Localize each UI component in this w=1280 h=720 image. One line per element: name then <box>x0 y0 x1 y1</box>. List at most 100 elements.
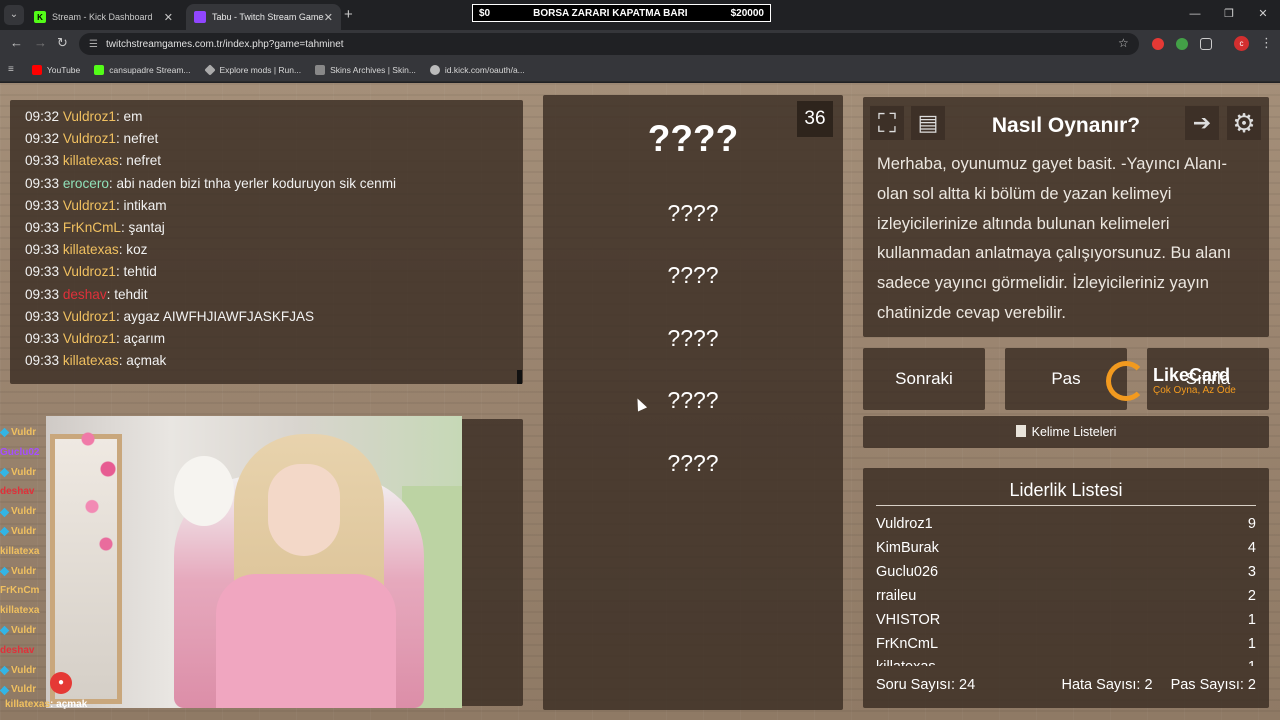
url-field[interactable]: ☰ twitchstreamgames.com.tr/index.php?gam… <box>79 33 1139 55</box>
forbidden-word: ???? <box>667 450 719 476</box>
chat-username[interactable]: Vuldroz1 <box>63 109 116 124</box>
gear-icon[interactable]: ⚙ <box>1227 106 1261 140</box>
chat-time: 09:33 <box>25 286 60 302</box>
forward-icon[interactable]: → <box>34 35 47 50</box>
question-count: Soru Sayısı: 24 <box>876 677 976 693</box>
overlay-chat-username: FrKnCm <box>0 585 40 597</box>
leaderboard-row: Guclu026 3 <box>876 561 1256 585</box>
overlay-chat-line: Guclu02 <box>0 443 48 463</box>
tab-title: Tabu - Twitch Stream Games <box>212 12 324 22</box>
profile-avatar[interactable]: c <box>1234 36 1249 51</box>
chat-username[interactable]: erocero <box>63 176 109 191</box>
bookmark-label: Skins Archives | Skin... <box>330 64 416 75</box>
chat-text: açmak <box>126 353 167 369</box>
player-name: KimBurak <box>876 539 939 556</box>
chat-message: 09:33 Vuldroz1: aygaz AIWFHJIAWFJASKFJAS <box>25 308 315 324</box>
bookmark-youtube[interactable]: YouTube <box>31 64 80 75</box>
chat-panel: 09:32 Vuldroz1: em 09:32 Vuldroz1: nefret… <box>10 100 523 384</box>
overlay-chat-line: Vuldr <box>0 502 48 522</box>
overlay-chat-username: deshav <box>0 644 35 656</box>
bookmark-label: id.kick.com/oauth/a... <box>444 64 525 75</box>
menu-icon[interactable]: ⋮ <box>1260 35 1273 51</box>
shield-extension-icon[interactable] <box>1176 38 1188 50</box>
player-name: killatexas <box>876 656 936 666</box>
player-score: 1 <box>1248 656 1256 666</box>
chat-username[interactable]: Vuldroz1 <box>63 331 116 346</box>
chat-time: 09:33 <box>25 197 60 213</box>
exit-icon[interactable]: ➔ <box>1185 106 1219 140</box>
chat-time: 09:33 <box>25 220 60 236</box>
error-count: Hata Sayısı: 2 <box>1061 677 1153 693</box>
twitch-icon <box>194 11 206 23</box>
overlay-chat-user: killatexas <box>5 699 51 710</box>
overlay-chat-line: Vuldr <box>0 463 48 483</box>
chat-messages: 09:32 Vuldroz1: em 09:32 Vuldroz1: nefret… <box>25 106 523 372</box>
overlay-chat-line: deshav <box>0 641 48 661</box>
bookmark-skins-archives[interactable]: Skins Archives | Skin... <box>315 64 416 75</box>
chat-username[interactable]: Vuldroz1 <box>63 131 116 146</box>
overlay-chat-username: Vuldr <box>11 427 37 438</box>
bookmark-explore-mods[interactable]: Explore mods | Run... <box>203 63 301 76</box>
chat-text: intikam <box>123 197 167 213</box>
close-icon[interactable]: ✕ <box>164 11 173 24</box>
player-score: 9 <box>1247 516 1256 532</box>
chat-username[interactable]: FrKnCmL <box>63 220 121 235</box>
sponsor-name: LikeCard <box>1153 365 1231 385</box>
bookmark-kick-stream[interactable]: cansupadre Stream... <box>94 64 191 75</box>
chat-text: abi naden bizi tnha yerler koduruyon sik… <box>116 175 397 191</box>
divider <box>876 505 1256 506</box>
overlay-chat-line: Vuldr <box>0 562 48 582</box>
bookmark-kick-oauth[interactable]: id.kick.com/oauth/a... <box>429 64 525 75</box>
extensions-puzzle-icon[interactable] <box>1200 38 1212 50</box>
chat-text: em <box>123 109 143 124</box>
leaderboard-panel: Liderlik Listesi Vuldroz1 9 KimBurak 4 Guclu… <box>863 468 1269 708</box>
youtube-icon <box>31 64 42 75</box>
tab-kick-dashboard[interactable]: K Stream - Kick Dashboard ✕ <box>26 4 181 30</box>
cam-flowers <box>80 424 120 574</box>
chat-message: 09:33 erocero: abi naden bizi tnha yerle… <box>25 175 397 191</box>
apps-grid-icon[interactable]: ≡ <box>8 64 14 75</box>
close-window-icon[interactable]: ✕ <box>1246 0 1280 28</box>
diamond-badge-icon <box>0 566 10 577</box>
bookmark-label: cansupadre Stream... <box>109 64 191 75</box>
chat-username[interactable]: Vuldroz1 <box>63 198 116 213</box>
leaderboard-row: killatexas 1 <box>876 656 1256 666</box>
restore-icon[interactable]: ❐ <box>1212 0 1246 28</box>
chat-username[interactable]: Vuldroz1 <box>63 264 116 279</box>
tab-twitch-games[interactable]: Tabu - Twitch Stream Games ✕ <box>186 4 341 30</box>
bookmark-star-icon[interactable]: ☆ <box>1118 36 1129 50</box>
chat-username[interactable]: killatexas <box>63 242 119 257</box>
extension-icon[interactable] <box>1152 38 1164 50</box>
chat-username[interactable]: killatexas <box>63 153 119 168</box>
game-page: 09:32 Vuldroz1: em 09:32 Vuldroz1: nefret… <box>0 83 1280 720</box>
chat-username[interactable]: Vuldroz1 <box>63 309 116 324</box>
chat-text: tehtid <box>123 264 157 280</box>
chat-message: 09:33 Vuldroz1: açarım <box>25 331 166 347</box>
player-score: 4 <box>1247 539 1256 556</box>
next-button[interactable]: Sonraki <box>863 348 985 410</box>
overlay-chat-line: Vuldr <box>0 522 48 542</box>
bookmarks-bar: ≡ YouTube cansupadre Stream... Explore m… <box>0 58 1280 82</box>
word-card: 36 ???? ???? ???? ???? ???? ???? <box>543 95 843 710</box>
chat-message: 09:33 killatexas: koz <box>25 242 148 258</box>
target-word: ???? <box>647 118 739 159</box>
overlay-chat-username: killatexa <box>0 605 40 617</box>
chat-username[interactable]: killatexas <box>63 353 119 368</box>
kick-icon: K <box>34 11 46 23</box>
tab-search-icon[interactable]: ⌄ <box>4 5 24 25</box>
globe-icon <box>429 64 440 75</box>
sponsor-tagline: Çok Oyna, Az Öde <box>1153 385 1236 396</box>
chat-scrollbar[interactable] <box>517 370 522 384</box>
minimize-icon[interactable]: — <box>1178 0 1212 28</box>
pass-count: Pas Sayısı: 2 <box>1170 677 1256 693</box>
chat-username[interactable]: deshav <box>63 287 107 302</box>
new-tab-button[interactable]: + <box>344 6 353 23</box>
back-icon[interactable]: ← <box>10 35 23 50</box>
webcam-feed: ● <box>46 416 462 708</box>
leaderboard-list[interactable]: Vuldroz1 9 KimBurak 4 Guclu026 3 rraileu 2 VHIST… <box>876 513 1256 666</box>
overlay-chat-line: Vuldr <box>0 423 48 443</box>
word-lists-button[interactable]: Kelime Listeleri <box>863 416 1269 448</box>
close-icon[interactable]: ✕ <box>324 11 333 24</box>
site-info-icon[interactable]: ☰ <box>89 39 98 50</box>
reload-icon[interactable]: ↻ <box>57 35 68 51</box>
